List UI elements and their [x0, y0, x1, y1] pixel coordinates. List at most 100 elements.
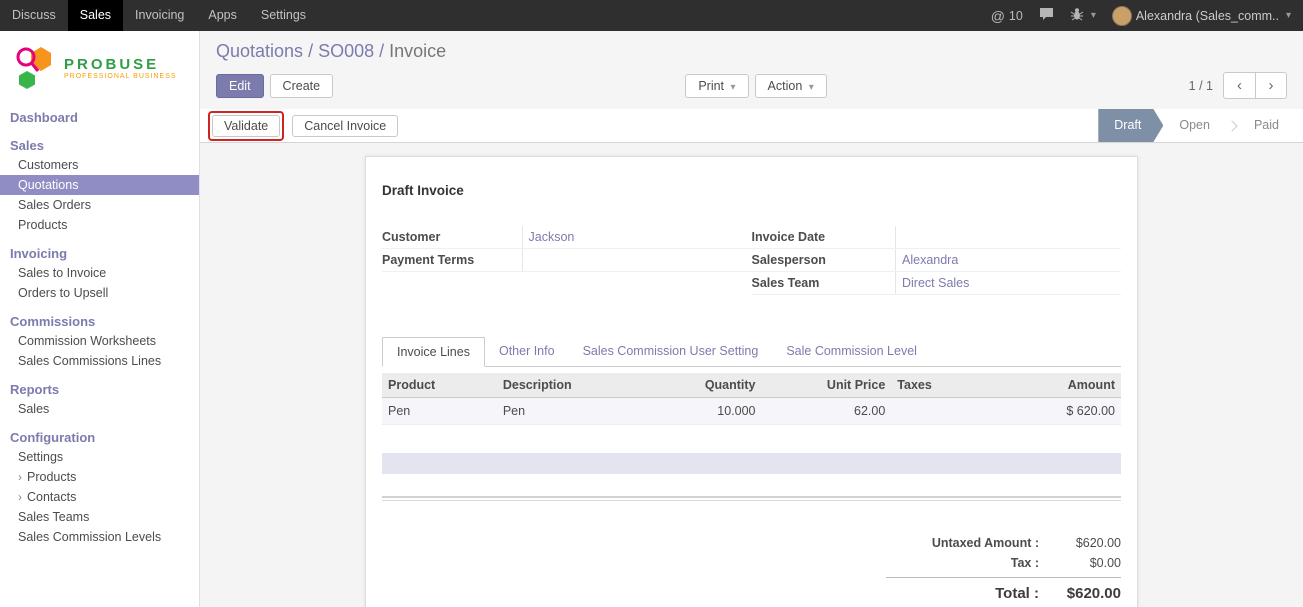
field-row-customer: Customer Jackson — [382, 226, 752, 249]
status-paid[interactable]: Paid — [1238, 109, 1295, 142]
sidebar-heading-sales[interactable]: Sales — [0, 136, 199, 155]
debug-menu[interactable]: ▾ — [1070, 7, 1096, 24]
avatar — [1112, 6, 1132, 26]
sidebar-item-quotations[interactable]: Quotations — [0, 175, 199, 195]
sidebar-item-settings[interactable]: Settings — [0, 447, 199, 467]
menu-settings[interactable]: Settings — [249, 0, 318, 31]
sidebar-heading-reports[interactable]: Reports — [0, 380, 199, 399]
sidebar-item-config-products[interactable]: › Products — [0, 467, 199, 487]
sidebar-item-orders-to-upsell[interactable]: Orders to Upsell — [0, 283, 199, 303]
table-row[interactable]: Pen Pen 10.000 62.00 $ 620.00 — [382, 398, 1121, 425]
cell-amount: $ 620.00 — [981, 398, 1121, 425]
activity-count: 10 — [1009, 9, 1023, 23]
sidebar-heading-invoicing[interactable]: Invoicing — [0, 244, 199, 263]
sidebar-item-customers[interactable]: Customers — [0, 155, 199, 175]
breadcrumb-current: Invoice — [389, 41, 446, 61]
validate-button[interactable]: Validate — [212, 115, 280, 137]
cancel-invoice-button[interactable]: Cancel Invoice — [292, 115, 398, 137]
menu-sales[interactable]: Sales — [68, 0, 123, 31]
sidebar: PROBUSE PROFESSIONAL BUSINESS Dashboard … — [0, 31, 200, 607]
invoice-date-label: Invoice Date — [752, 226, 896, 249]
menu-invoicing[interactable]: Invoicing — [123, 0, 196, 31]
cell-description: Pen — [497, 398, 652, 425]
menu-apps[interactable]: Apps — [196, 0, 249, 31]
logo-hexagons-icon — [14, 43, 58, 94]
annotation-highlight-box: Validate — [208, 111, 284, 141]
main-panel: Quotations/SO008/Invoice Edit Create Pri… — [200, 31, 1303, 607]
header-amount: Amount — [981, 373, 1121, 398]
sidebar-item-commission-worksheets[interactable]: Commission Worksheets — [0, 331, 199, 351]
tax-label: Tax : — [886, 556, 1039, 570]
sidebar-item-sales-teams[interactable]: Sales Teams — [0, 507, 199, 527]
untaxed-amount-label: Untaxed Amount : — [886, 536, 1039, 550]
statusbar: Validate Cancel Invoice Draft Open Paid — [200, 109, 1303, 143]
sidebar-item-sales-to-invoice[interactable]: Sales to Invoice — [0, 263, 199, 283]
activities-menu[interactable]: @ 10 — [991, 8, 1023, 24]
header-quantity: Quantity — [652, 373, 762, 398]
tax-value: $0.00 — [1039, 556, 1121, 570]
expand-caret-icon: › — [18, 470, 22, 484]
print-dropdown-button[interactable]: Print ▾ — [685, 74, 748, 98]
sidebar-item-sales-orders[interactable]: Sales Orders — [0, 195, 199, 215]
chevron-down-icon: ▾ — [1091, 10, 1096, 21]
header-taxes: Taxes — [891, 373, 981, 398]
chevron-down-icon: ▾ — [809, 82, 814, 93]
sidebar-item-products[interactable]: Products — [0, 215, 199, 235]
breadcrumb-quotations[interactable]: Quotations — [216, 41, 303, 61]
section-separator — [382, 496, 1121, 501]
breadcrumb-so008[interactable]: SO008 — [318, 41, 374, 61]
sidebar-heading-configuration[interactable]: Configuration — [0, 428, 199, 447]
sidebar-heading-commissions[interactable]: Commissions — [0, 312, 199, 331]
app-logo[interactable]: PROBUSE PROFESSIONAL BUSINESS — [0, 31, 199, 106]
chat-icon — [1039, 7, 1054, 24]
sidebar-item-sales-commissions-lines[interactable]: Sales Commissions Lines — [0, 351, 199, 371]
user-menu[interactable]: Alexandra (Sales_comm.. ▾ — [1112, 6, 1291, 26]
sidebar-item-sales-commission-levels[interactable]: Sales Commission Levels — [0, 527, 199, 547]
sidebar-item-reports-sales[interactable]: Sales — [0, 399, 199, 419]
breadcrumb-separator: / — [308, 41, 313, 61]
sales-team-label: Sales Team — [752, 272, 896, 295]
user-name: Alexandra (Sales_comm.. — [1136, 9, 1279, 23]
invoice-state-title: Draft Invoice — [382, 183, 1121, 198]
edit-button[interactable]: Edit — [216, 74, 264, 98]
logo-title: PROBUSE — [64, 57, 177, 74]
cell-taxes — [891, 398, 981, 425]
chevron-down-icon: ▾ — [731, 82, 736, 93]
sidebar-item-config-contacts[interactable]: ›Contacts — [0, 487, 199, 507]
status-open[interactable]: Open — [1163, 109, 1226, 142]
untaxed-amount-value: $620.00 — [1039, 536, 1121, 550]
cell-quantity: 10.000 — [652, 398, 762, 425]
status-draft[interactable]: Draft — [1098, 109, 1163, 142]
breadcrumb-separator: / — [379, 41, 384, 61]
create-button[interactable]: Create — [270, 74, 334, 98]
field-group-right: Invoice Date Salesperson Alexandra Sales… — [752, 226, 1122, 295]
action-dropdown-button[interactable]: Action ▾ — [755, 74, 827, 98]
tab-sales-commission-user-setting[interactable]: Sales Commission User Setting — [569, 337, 773, 367]
control-panel-buttons: Edit Create Print ▾ Action ▾ 1 / 1 ‹ › — [200, 66, 1303, 109]
total-value: $620.00 — [1039, 585, 1121, 602]
tab-invoice-lines[interactable]: Invoice Lines — [382, 337, 485, 367]
field-row-invoice-date: Invoice Date — [752, 226, 1122, 249]
chevron-right-icon — [1226, 120, 1237, 131]
breadcrumb: Quotations/SO008/Invoice — [200, 31, 1303, 66]
header-product: Product — [382, 373, 497, 398]
salesperson-value-link[interactable]: Alexandra — [902, 253, 958, 267]
menu-discuss[interactable]: Discuss — [0, 0, 68, 31]
cell-product: Pen — [382, 398, 497, 425]
sales-team-value-link[interactable]: Direct Sales — [902, 276, 969, 290]
sidebar-heading-dashboard[interactable]: Dashboard — [0, 108, 199, 127]
tab-sale-commission-level[interactable]: Sale Commission Level — [772, 337, 931, 367]
totals-block: Untaxed Amount : $620.00 Tax : $0.00 Tot… — [886, 533, 1121, 605]
expand-caret-icon: › — [18, 490, 22, 504]
status-pipeline: Draft Open Paid — [1098, 109, 1303, 142]
sidebar-item-label: Products — [27, 470, 76, 484]
top-menus: Discuss Sales Invoicing Apps Settings — [0, 0, 318, 31]
pager-previous-button[interactable]: ‹ — [1223, 72, 1255, 99]
form-view: Draft Invoice Customer Jackson Payment T… — [200, 143, 1303, 607]
pager-next-button[interactable]: › — [1255, 72, 1287, 99]
messages-menu[interactable] — [1039, 7, 1054, 24]
tab-other-info[interactable]: Other Info — [485, 337, 569, 367]
invoice-lines-table: Product Description Quantity Unit Price … — [382, 373, 1121, 425]
notebook-tabs: Invoice Lines Other Info Sales Commissio… — [382, 337, 1121, 367]
customer-value-link[interactable]: Jackson — [529, 230, 575, 244]
